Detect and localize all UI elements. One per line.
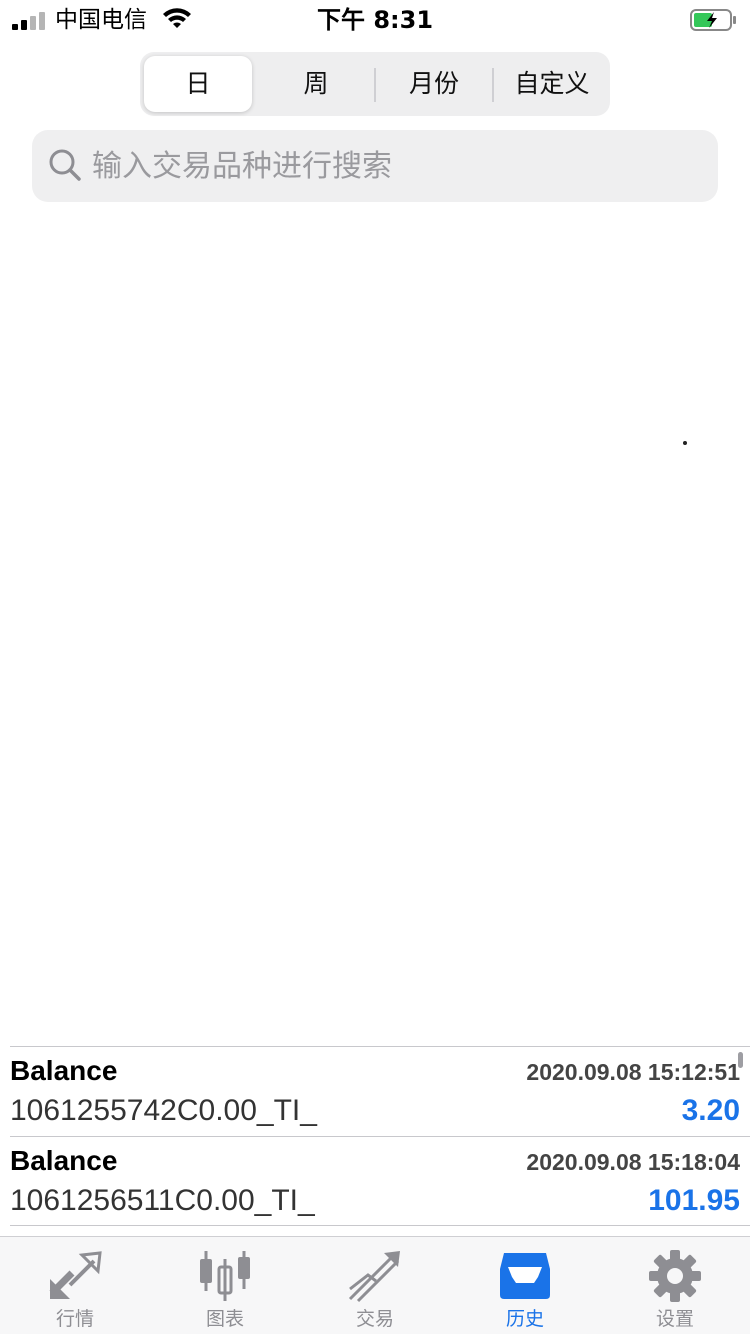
history-type: Balance xyxy=(10,1145,118,1176)
history-type: Balance xyxy=(10,1055,118,1086)
history-amount: 101.95 xyxy=(648,1184,740,1217)
stray-dot xyxy=(683,441,687,445)
tab-label: 设置 xyxy=(655,1308,694,1330)
search-input[interactable] xyxy=(92,130,702,202)
segment-divider xyxy=(374,68,376,102)
history-inbox-icon xyxy=(500,1253,550,1299)
tab-label: 历史 xyxy=(505,1308,544,1330)
tab-label: 交易 xyxy=(355,1308,394,1330)
history-time: 2020.09.08 15:12:51 xyxy=(526,1059,740,1085)
tab-bar: 行情 图表 交易 历史 设置 xyxy=(0,1236,750,1334)
period-segmented-control: 日 周 月份 自定义 xyxy=(140,52,610,116)
history-time: 2020.09.08 15:18:04 xyxy=(526,1149,740,1175)
trade-trend-icon xyxy=(348,1251,400,1303)
history-amount: 3.20 xyxy=(681,1094,740,1127)
tab-history[interactable]: 历史 xyxy=(450,1237,600,1334)
scrollbar[interactable] xyxy=(738,1052,743,1068)
tab-label: 行情 xyxy=(55,1308,94,1330)
search-bar[interactable] xyxy=(32,130,718,202)
segment-day[interactable]: 日 xyxy=(144,56,252,112)
history-row[interactable]: Balance 2020.09.08 15:18:04 1061256511C0… xyxy=(10,1136,750,1226)
candlestick-chart-icon xyxy=(200,1251,250,1301)
segment-custom[interactable]: 自定义 xyxy=(498,56,606,112)
search-icon xyxy=(49,149,81,181)
tab-trade[interactable]: 交易 xyxy=(300,1237,450,1334)
segment-week[interactable]: 周 xyxy=(262,56,370,112)
battery-charging-icon xyxy=(690,9,736,31)
history-row[interactable]: Balance 2020.09.08 15:12:51 1061255742C0… xyxy=(10,1046,750,1136)
history-list: Balance 2020.09.08 15:12:51 1061255742C0… xyxy=(10,1046,750,1226)
status-bar: 中国电信 下午 8:31 xyxy=(0,0,750,40)
history-comment: 1061255742C0.00_TI_ xyxy=(10,1094,317,1127)
tab-label: 图表 xyxy=(205,1308,244,1330)
settings-gear-icon xyxy=(649,1250,701,1302)
tab-settings[interactable]: 设置 xyxy=(600,1237,750,1334)
quotes-arrows-icon xyxy=(49,1251,102,1299)
status-time: 下午 8:31 xyxy=(316,6,434,34)
tab-charts[interactable]: 图表 xyxy=(150,1237,300,1334)
segment-month[interactable]: 月份 xyxy=(380,56,488,112)
segment-divider xyxy=(492,68,494,102)
history-comment: 1061256511C0.00_TI_ xyxy=(10,1184,315,1217)
tab-quotes[interactable]: 行情 xyxy=(0,1237,150,1334)
